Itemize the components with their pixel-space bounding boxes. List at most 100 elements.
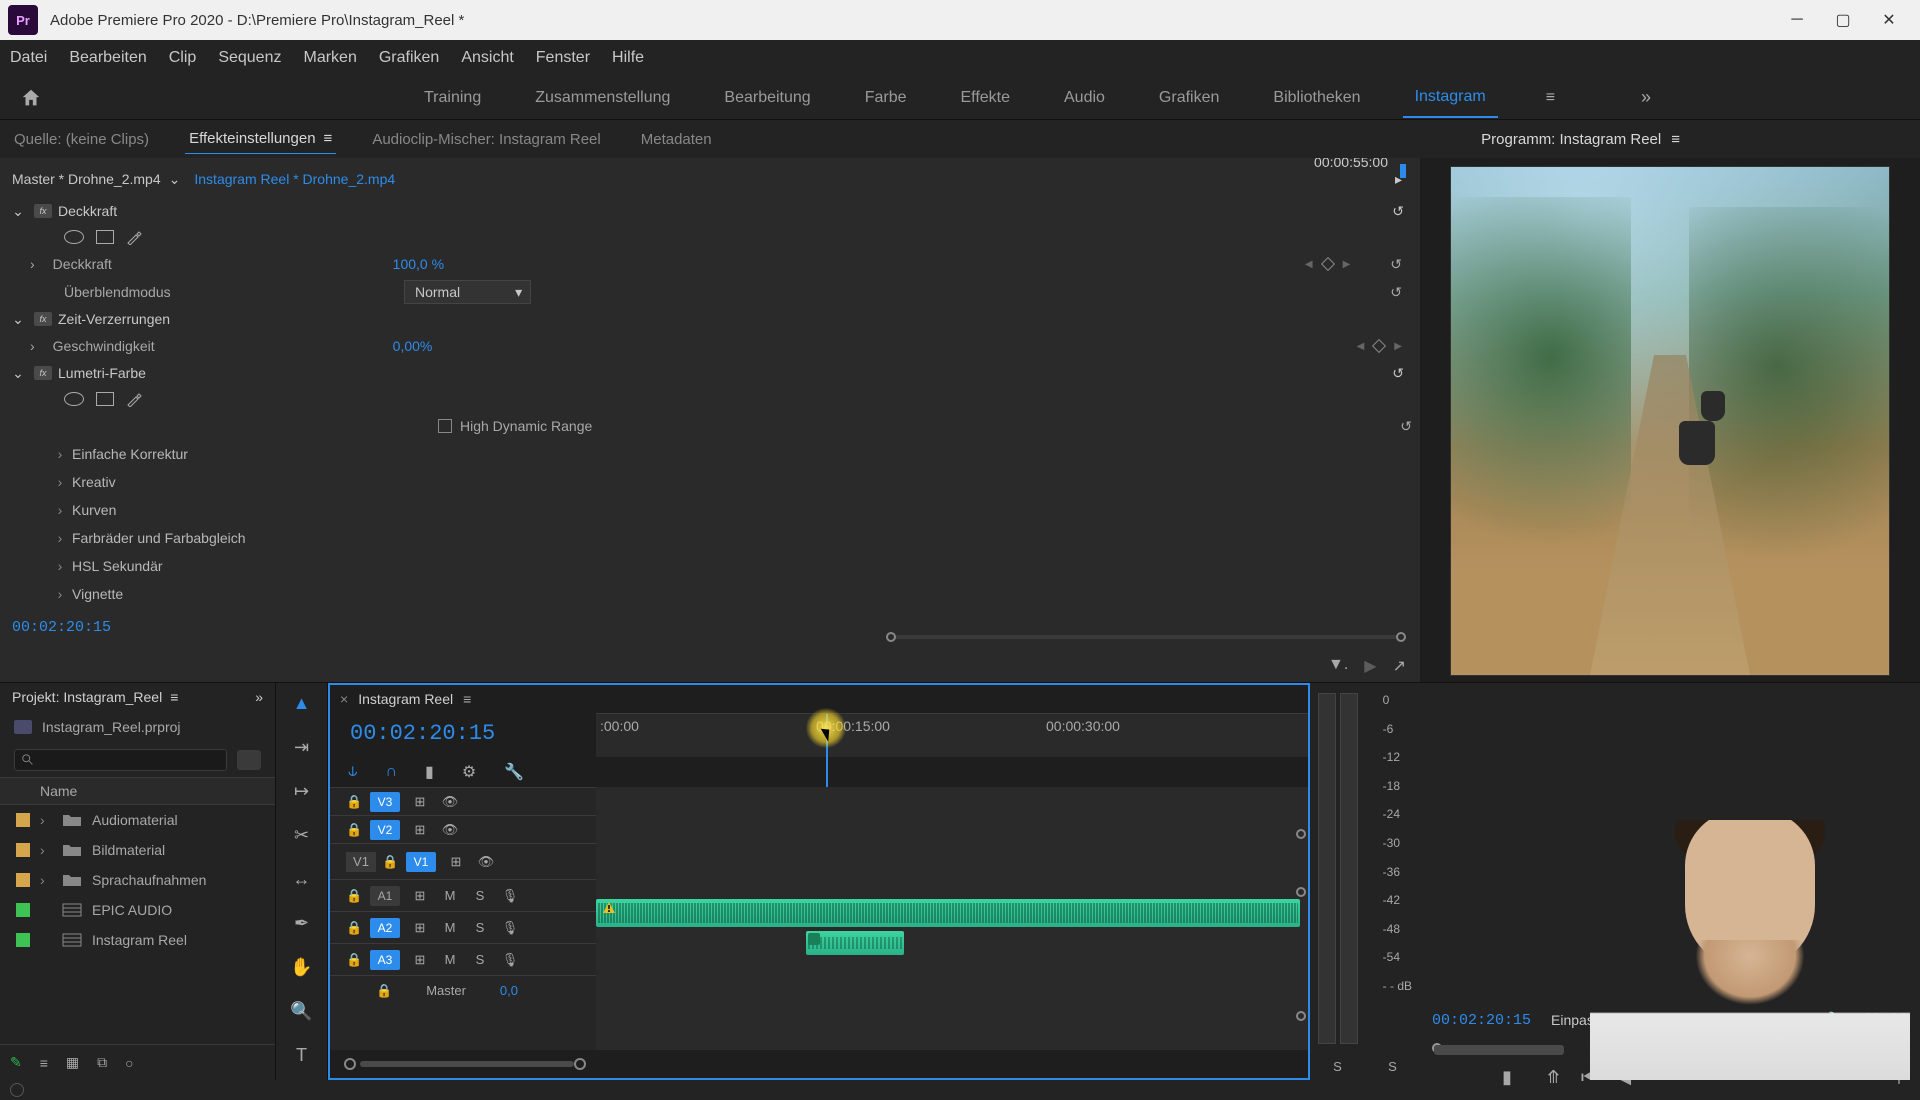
settings-icon[interactable]: ⚙ <box>462 762 476 782</box>
solo-icon[interactable]: S <box>470 888 490 903</box>
sync-lock-icon[interactable]: ⊞ <box>410 920 430 936</box>
lumetri-basic[interactable]: ›Einfache Korrektur <box>48 440 1412 468</box>
track-a3[interactable]: 🔒 A3 ⊞ M S 🎙 <box>330 943 596 975</box>
track-label-a1[interactable]: A1 <box>370 886 400 906</box>
hand-tool-icon[interactable]: ✋ <box>287 953 317 981</box>
toggle-output-icon[interactable]: 👁 <box>440 822 460 838</box>
linked-selection-icon[interactable]: ∩ <box>386 763 398 781</box>
zoom-handle-right[interactable] <box>574 1058 586 1070</box>
metadata-tab[interactable]: Metadaten <box>637 125 716 154</box>
master-volume[interactable]: 0,0 <box>500 983 518 998</box>
zoom-handle-right[interactable] <box>1396 632 1406 642</box>
effect-controls-ruler[interactable]: 00:00:55:00 <box>896 164 1406 178</box>
zoom-slider-handle[interactable]: ○ <box>125 1055 133 1071</box>
lumetri-hsl[interactable]: ›HSL Sekundär <box>48 552 1412 580</box>
workspace-menu-icon[interactable]: ≡ <box>1538 81 1563 115</box>
clip-dropdown-icon[interactable]: ⌄ <box>169 171 181 188</box>
add-keyframe-icon[interactable] <box>1320 257 1334 271</box>
ws-bibliotheken[interactable]: Bibliotheken <box>1261 79 1372 117</box>
track-a2[interactable]: 🔒 A2 ⊞ M S 🎙 <box>330 911 596 943</box>
selection-tool-icon[interactable]: ▲ <box>287 689 317 717</box>
ellipse-mask-icon[interactable] <box>64 230 84 244</box>
icon-view-icon[interactable]: ▦ <box>66 1054 79 1071</box>
twist-icon[interactable]: › <box>40 812 52 828</box>
zoom-handle-left[interactable] <box>886 632 896 642</box>
ripple-tool-icon[interactable]: ↦ <box>287 777 317 805</box>
sync-lock-icon[interactable]: ⊞ <box>410 822 430 838</box>
project-column-name[interactable]: Name <box>0 777 275 805</box>
track-label-v1[interactable]: V1 <box>406 852 436 872</box>
timeline-ruler[interactable]: :00:00 00:00:15:00 00:00:30:00 <box>596 713 1308 757</box>
voice-record-icon[interactable]: 🎙 <box>500 952 520 968</box>
track-label-a3[interactable]: A3 <box>370 950 400 970</box>
wrench-icon[interactable]: 🔧 <box>504 762 524 782</box>
track-resize-handle[interactable] <box>1296 829 1306 839</box>
home-icon[interactable] <box>20 87 42 109</box>
zoom-tool-icon[interactable]: 🔍 <box>287 997 317 1025</box>
pen-mask-icon[interactable] <box>126 229 142 245</box>
slip-tool-icon[interactable]: ↔ <box>287 865 317 893</box>
mute-icon[interactable]: M <box>440 952 460 967</box>
snap-icon[interactable]: ⫝ <box>348 763 358 781</box>
ws-farbe[interactable]: Farbe <box>853 79 919 117</box>
timeline-tracks-area[interactable] <box>596 787 1308 1050</box>
fx-badge-icon[interactable]: fx <box>34 312 52 326</box>
twist-icon[interactable]: › <box>40 872 52 888</box>
menu-clip[interactable]: Clip <box>169 49 197 67</box>
fx-zeit-head[interactable]: ⌄ fx Zeit-Verzerrungen <box>8 306 1412 332</box>
track-resize-handle[interactable] <box>1296 887 1306 897</box>
master-clip-label[interactable]: Master * Drohne_2.mp4 <box>12 171 161 187</box>
lock-icon[interactable]: 🔒 <box>346 952 360 968</box>
sync-lock-icon[interactable]: ⊞ <box>446 854 466 870</box>
timeline-zoom-bar[interactable] <box>330 1050 1308 1078</box>
twist-icon[interactable]: › <box>40 842 52 858</box>
ws-grafiken[interactable]: Grafiken <box>1147 79 1231 117</box>
project-item-bin[interactable]: › Audiomaterial <box>0 805 275 835</box>
track-v3[interactable]: 🔒 V3 ⊞ 👁 <box>330 787 596 815</box>
twist-icon[interactable]: ⌄ <box>8 311 28 328</box>
next-keyframe-icon[interactable]: ▶ <box>1394 341 1402 352</box>
maximize-button[interactable]: ▢ <box>1820 0 1866 40</box>
twist-icon[interactable]: › <box>30 338 35 354</box>
next-keyframe-icon[interactable]: ▶ <box>1343 259 1351 270</box>
fx-badge-icon[interactable]: fx <box>34 204 52 218</box>
lock-icon[interactable]: 🔒 <box>346 822 360 838</box>
mute-icon[interactable]: M <box>440 888 460 903</box>
effect-tab-menu-icon[interactable]: ≡ <box>324 130 333 147</box>
reset-icon[interactable]: ↺ <box>1390 256 1402 273</box>
track-v2[interactable]: 🔒 V2 ⊞ 👁 <box>330 815 596 843</box>
ec-zoombar[interactable] <box>886 632 1406 642</box>
add-keyframe-icon[interactable] <box>1372 339 1386 353</box>
add-marker-icon[interactable]: ▮ <box>1502 1067 1512 1088</box>
rect-mask-icon[interactable] <box>96 230 114 244</box>
sync-lock-icon[interactable]: ⊞ <box>410 888 430 904</box>
lumetri-vignette[interactable]: ›Vignette <box>48 580 1412 608</box>
lumetri-wheels[interactable]: ›Farbräder und Farbabgleich <box>48 524 1412 552</box>
timeline-timecode[interactable]: 00:02:20:15 <box>330 713 596 757</box>
track-resize-handle[interactable] <box>1296 1011 1306 1021</box>
audio-clip-a1[interactable] <box>596 899 1300 927</box>
freeform-view-icon[interactable]: ⧉ <box>97 1054 107 1071</box>
menu-fenster[interactable]: Fenster <box>536 49 590 67</box>
sequence-clip-label[interactable]: Instagram Reel * Drohne_2.mp4 <box>194 171 395 187</box>
minimize-button[interactable]: ─ <box>1774 0 1820 40</box>
audio-mixer-tab[interactable]: Audioclip-Mischer: Instagram Reel <box>368 125 604 154</box>
lock-icon[interactable]: 🔒 <box>346 794 360 810</box>
lock-icon[interactable]: 🔒 <box>346 888 360 904</box>
deckkraft-value[interactable]: 100,0 % <box>393 256 444 272</box>
ws-training[interactable]: Training <box>412 79 493 117</box>
menu-datei[interactable]: Datei <box>10 49 47 67</box>
track-label-v3[interactable]: V3 <box>370 792 400 812</box>
sync-lock-icon[interactable]: ⊞ <box>410 794 430 810</box>
reset-icon[interactable]: ↺ <box>1392 365 1412 382</box>
menu-ansicht[interactable]: Ansicht <box>461 49 513 67</box>
filter-icon[interactable]: ▼. <box>1328 656 1348 676</box>
solo-icon[interactable]: S <box>470 952 490 967</box>
solo-left[interactable]: S <box>1333 1059 1342 1074</box>
twist-icon[interactable]: ⌄ <box>8 203 28 220</box>
razor-tool-icon[interactable]: ✂ <box>287 821 317 849</box>
twist-icon[interactable]: › <box>30 256 35 272</box>
timeline-tab-name[interactable]: Instagram Reel <box>358 691 453 707</box>
timeline-tab-close-icon[interactable]: × <box>340 691 348 707</box>
marker-icon[interactable]: ▮ <box>425 762 434 782</box>
